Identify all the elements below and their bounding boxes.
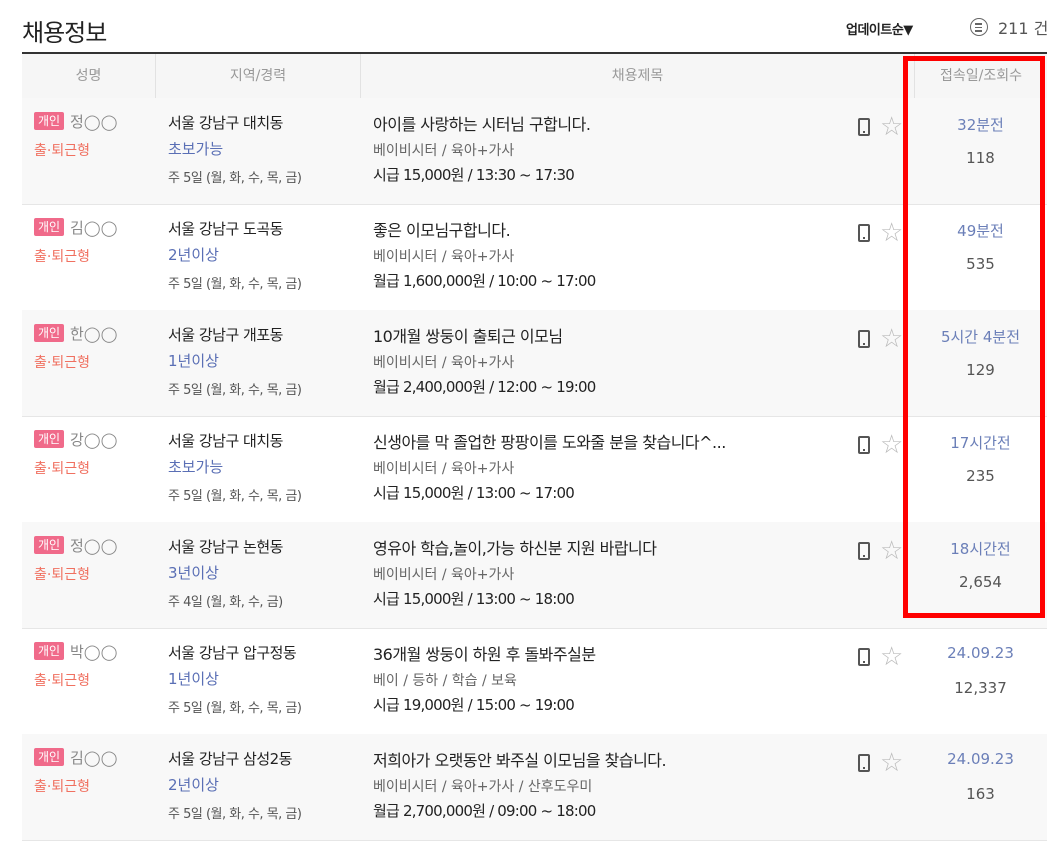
member-type-badge: 개인	[34, 748, 65, 766]
job-title-link[interactable]: 36개월 쌍둥이 하원 후 돌봐주실분	[373, 641, 596, 665]
job-title-link[interactable]: 영유아 학습,놀이,가능 하신분 지원 바랍니다	[373, 535, 657, 559]
phone-icon	[858, 436, 870, 454]
member-type-badge: 개인	[34, 536, 65, 554]
table-row[interactable]: 개인 강◯◯ 출·퇴근형 서울 강남구 대치동초보가능주 5일 (월, 화, 수, 목…	[22, 416, 1047, 523]
applicant-name: 정◯◯	[70, 537, 118, 555]
view-count: 163	[966, 785, 995, 803]
header: 채용정보 업데이트순▼ 211 건	[0, 0, 1064, 54]
work-type: 출·퇴근형	[34, 461, 90, 477]
applicant-name: 강◯◯	[70, 431, 118, 449]
job-category: 베이비시터 / 육아+가사	[373, 249, 515, 265]
table-row[interactable]: 개인 김◯◯ 출·퇴근형 서울 강남구 삼성2동 2년이상주 5일 (월, 화, 수, …	[22, 734, 1047, 841]
work-type: 출·퇴근형	[34, 567, 90, 583]
job-category: 베이비시터 / 육아+가사	[373, 143, 515, 159]
list-icon[interactable]	[970, 18, 988, 36]
work-days: 주 5일 (월, 화, 수, 목, 금)	[168, 277, 302, 292]
experience: 초보가능	[168, 140, 224, 158]
table-row[interactable]: 개인 김◯◯ 출·퇴근형 서울 강남구 도곡동 2년이상주 5일 (월, 화, 수, 목…	[22, 204, 1047, 311]
member-type-badge: 개인	[34, 642, 65, 660]
highlight-box	[903, 56, 1045, 618]
job-category: 베이비시터 / 육아+가사 / 산후도우미	[373, 779, 593, 795]
job-title-link[interactable]: 저희아가 오랫동안 봐주실 이모님을 찾습니다.	[373, 747, 667, 771]
work-days: 주 5일 (월, 화, 수, 목, 금)	[168, 807, 302, 822]
member-type-badge: 개인	[34, 218, 65, 236]
work-days: 주 5일 (월, 화, 수, 목, 금)	[168, 383, 302, 398]
job-title-link[interactable]: 아이를 사랑하는 시터님 구합니다.	[373, 111, 591, 135]
pay-hours: 시급 15,000원 / 13:00 ~ 18:00	[373, 590, 575, 608]
pay-hours: 시급 19,000원 / 15:00 ~ 19:00	[373, 696, 575, 714]
job-category: 베이비시터 / 육아+가사	[373, 355, 515, 371]
star-icon[interactable]: ☆	[880, 324, 903, 354]
work-type: 출·퇴근형	[34, 249, 90, 265]
column-name: 성명	[75, 68, 102, 84]
work-days: 주 5일 (월, 화, 수, 목, 금)	[168, 171, 302, 186]
pay-hours: 월급 2,400,000원 / 12:00 ~ 19:00	[373, 378, 596, 396]
job-category: 베이비시터 / 육아+가사	[373, 461, 515, 477]
region: 서울 강남구 개포동	[168, 326, 283, 344]
member-type-badge: 개인	[34, 324, 65, 342]
experience: 1년이상	[168, 352, 219, 370]
star-icon[interactable]: ☆	[880, 112, 903, 142]
table-row[interactable]: 개인 정◯◯ 출·퇴근형 서울 강남구 논현동 3년이상주 4일 (월, 화, 수, 금…	[22, 522, 1047, 629]
applicant-name: 정◯◯	[70, 113, 118, 131]
applicant-name: 한◯◯	[70, 325, 118, 343]
experience: 2년이상	[168, 246, 219, 264]
star-icon[interactable]: ☆	[880, 642, 903, 672]
region: 서울 강남구 도곡동	[168, 220, 283, 238]
pay-hours: 시급 15,000원 / 13:30 ~ 17:30	[373, 166, 575, 184]
work-days: 주 4일 (월, 화, 수, 금)	[168, 595, 283, 610]
page-title: 채용정보	[22, 19, 107, 47]
experience: 2년이상	[168, 776, 219, 794]
star-icon[interactable]: ☆	[880, 218, 903, 248]
phone-icon	[858, 330, 870, 348]
experience: 1년이상	[168, 670, 219, 688]
job-title-link[interactable]: 좋은 이모님구합니다.	[373, 217, 511, 241]
count-label: 211 건	[998, 19, 1049, 38]
region: 서울 강남구 압구정동	[168, 644, 297, 662]
member-type-badge: 개인	[34, 430, 65, 448]
work-days: 주 5일 (월, 화, 수, 목, 금)	[168, 489, 302, 504]
phone-icon	[858, 118, 870, 136]
star-icon[interactable]: ☆	[880, 748, 903, 778]
region: 서울 강남구 대치동	[168, 114, 283, 132]
applicant-name: 박◯◯	[70, 643, 118, 661]
work-days: 주 5일 (월, 화, 수, 목, 금)	[168, 701, 302, 716]
member-type-badge: 개인	[34, 112, 65, 130]
pay-hours: 월급 2,700,000원 / 09:00 ~ 18:00	[373, 802, 596, 820]
view-count: 12,337	[954, 679, 1007, 697]
last-access: 24.09.23	[947, 750, 1014, 768]
work-type: 출·퇴근형	[34, 143, 90, 159]
table-row[interactable]: 개인 정◯◯ 출·퇴근형 서울 강남구 대치동초보가능주 5일 (월, 화, 수, 목…	[22, 98, 1047, 205]
applicant-name: 김◯◯	[70, 219, 118, 237]
region: 서울 강남구 대치동	[168, 432, 283, 450]
phone-icon	[858, 648, 870, 666]
region: 서울 강남구 삼성2동	[168, 750, 292, 768]
applicant-name: 김◯◯	[70, 749, 118, 767]
pay-hours: 월급 1,600,000원 / 10:00 ~ 17:00	[373, 272, 596, 290]
job-category: 베이비시터 / 육아+가사	[373, 567, 515, 583]
table-row[interactable]: 개인 한◯◯ 출·퇴근형 서울 강남구 개포동 1년이상주 5일 (월, 화, 수, 목…	[22, 310, 1047, 417]
experience: 초보가능	[168, 458, 224, 476]
column-region: 지역/경력	[229, 68, 287, 84]
sort-dropdown[interactable]: 업데이트순▼	[846, 19, 913, 38]
job-category: 베이 / 등하 / 학습 / 보육	[373, 673, 517, 689]
work-type: 출·퇴근형	[34, 355, 90, 371]
result-count: 211 건	[970, 15, 1048, 39]
star-icon[interactable]: ☆	[880, 536, 903, 566]
phone-icon	[858, 754, 870, 772]
phone-icon	[858, 224, 870, 242]
table-row[interactable]: 개인 박◯◯ 출·퇴근형 서울 강남구 압구정동 1년이상주 5일 (월, 화, 수, …	[22, 628, 1047, 735]
last-access: 24.09.23	[947, 644, 1014, 662]
work-type: 출·퇴근형	[34, 779, 90, 795]
phone-icon	[858, 542, 870, 560]
star-icon[interactable]: ☆	[880, 430, 903, 460]
region: 서울 강남구 논현동	[168, 538, 283, 556]
experience: 3년이상	[168, 564, 219, 582]
job-title-link[interactable]: 신생아를 막 졸업한 팡팡이를 도와줄 분을 찾습니다^...	[373, 429, 726, 453]
pay-hours: 시급 15,000원 / 13:00 ~ 17:00	[373, 484, 575, 502]
table-header: 성명 지역/경력 채용제목 접속일/조회수	[22, 54, 1047, 99]
job-title-link[interactable]: 10개월 쌍둥이 출퇴근 이모님	[373, 323, 563, 347]
work-type: 출·퇴근형	[34, 673, 90, 689]
column-title: 채용제목	[611, 68, 664, 84]
